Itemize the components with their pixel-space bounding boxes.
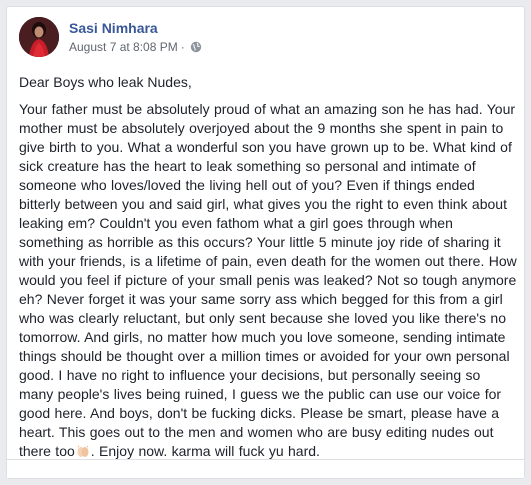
post-footer bbox=[7, 459, 524, 478]
clapping-hands-emoji-icon bbox=[76, 444, 90, 457]
post-text-part1: Your father must be absolutely proud of … bbox=[19, 101, 517, 459]
globe-icon[interactable] bbox=[190, 41, 202, 53]
avatar-image bbox=[19, 17, 59, 57]
post-timestamp[interactable]: August 7 at 8:08 PM bbox=[69, 40, 178, 54]
author-name[interactable]: Sasi Nimhara bbox=[69, 20, 158, 36]
post-body: Dear Boys who leak Nudes, Your father mu… bbox=[19, 73, 517, 461]
meta-separator: · bbox=[180, 40, 185, 54]
avatar[interactable] bbox=[19, 17, 59, 57]
post-text: Your father must be absolutely proud of … bbox=[19, 100, 517, 461]
post-text-part2: . Enjoy now. karma will fuck yu hard. bbox=[90, 443, 320, 459]
post-meta: August 7 at 8:08 PM · bbox=[69, 40, 202, 54]
post-greeting: Dear Boys who leak Nudes, bbox=[19, 74, 192, 90]
post-card: Sasi Nimhara August 7 at 8:08 PM · Dear … bbox=[6, 6, 525, 479]
